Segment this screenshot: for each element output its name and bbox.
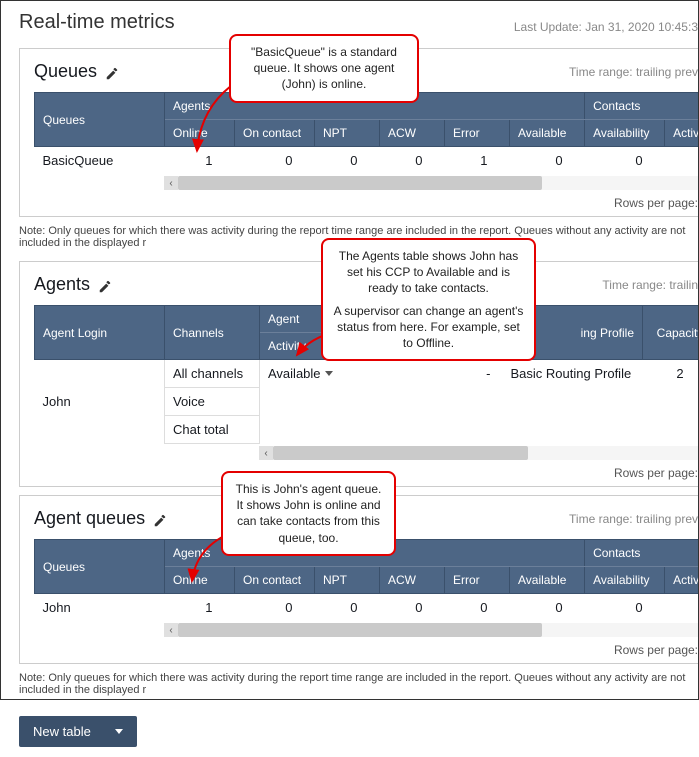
scroll-left-icon[interactable]: ‹ xyxy=(259,446,273,460)
edit-icon[interactable] xyxy=(105,65,119,79)
col-on-contact[interactable]: On contact xyxy=(235,120,315,147)
scroll-left-icon[interactable]: ‹ xyxy=(164,623,178,637)
channel-chat[interactable]: Chat total xyxy=(165,416,260,444)
col-group-contacts: Contacts xyxy=(585,93,698,120)
last-update: Last Update: Jan 31, 2020 10:45:3 xyxy=(514,20,698,34)
agents-panel-title: Agents xyxy=(34,274,90,295)
cell-on-contact: 0 xyxy=(235,147,315,175)
new-table-label: New table xyxy=(33,724,91,739)
channel-all[interactable]: All channels xyxy=(165,360,260,388)
col-active[interactable]: Active xyxy=(665,567,698,594)
col-agent-login[interactable]: Agent Login xyxy=(35,306,165,360)
col-channels[interactable]: Channels xyxy=(165,306,260,360)
agent-queues-note: Note: Only queues for which there was ac… xyxy=(19,672,698,696)
callout-agents: The Agents table shows John has set his … xyxy=(321,238,536,361)
agent-login: John xyxy=(35,360,165,444)
agent-queues-panel-title: Agent queues xyxy=(34,508,145,529)
horizontal-scrollbar[interactable]: ‹ xyxy=(164,623,698,637)
col-availability[interactable]: Availability xyxy=(585,120,665,147)
edit-icon[interactable] xyxy=(153,512,167,526)
col-error[interactable]: Error xyxy=(445,120,510,147)
callout-agent-queue: This is John's agent queue. It shows Joh… xyxy=(221,471,396,556)
col-error[interactable]: Error xyxy=(445,567,510,594)
new-table-button[interactable]: New table xyxy=(19,716,137,747)
col-group-contacts: Contacts xyxy=(585,540,698,567)
cell-dash: - xyxy=(355,360,503,388)
horizontal-scrollbar[interactable]: ‹ xyxy=(164,176,698,190)
table-row[interactable]: John 1 0 0 0 0 0 0 xyxy=(35,594,699,622)
col-queues[interactable]: Queues xyxy=(35,540,165,594)
edit-icon[interactable] xyxy=(98,278,112,292)
col-capacity[interactable]: Capacity xyxy=(643,306,698,360)
col-available[interactable]: Available xyxy=(510,567,585,594)
cell-routing: Basic Routing Profile xyxy=(503,360,643,388)
col-available[interactable]: Available xyxy=(510,120,585,147)
cell-online: 1 xyxy=(165,594,235,622)
cell-available: 0 xyxy=(510,594,585,622)
table-row[interactable]: BasicQueue 1 0 0 0 1 0 0 xyxy=(35,147,699,175)
agent-queue-name: John xyxy=(35,594,165,622)
queues-table: Queues Agents Contacts Online On contact… xyxy=(34,92,698,174)
table-row[interactable]: John All channels Available - Basic Rout… xyxy=(35,360,699,388)
col-acw[interactable]: ACW xyxy=(380,567,445,594)
col-online[interactable]: Online xyxy=(165,120,235,147)
agent-queues-time-range: Time range: trailing prev xyxy=(569,512,698,526)
chevron-down-icon xyxy=(115,729,123,734)
cell-acw: 0 xyxy=(380,147,445,175)
cell-online: 1 xyxy=(165,147,235,175)
cell-error: 0 xyxy=(445,594,510,622)
cell-on-contact: 0 xyxy=(235,594,315,622)
col-active[interactable]: Active xyxy=(665,120,698,147)
scroll-left-icon[interactable]: ‹ xyxy=(164,176,178,190)
col-availability[interactable]: Availability xyxy=(585,567,665,594)
channel-voice[interactable]: Voice xyxy=(165,388,260,416)
col-npt[interactable]: NPT xyxy=(315,567,380,594)
activity-value: Available xyxy=(268,366,321,381)
queues-panel-title: Queues xyxy=(34,61,97,82)
col-on-contact[interactable]: On contact xyxy=(235,567,315,594)
col-acw[interactable]: ACW xyxy=(380,120,445,147)
cell-available: 0 xyxy=(510,147,585,175)
cell-npt: 0 xyxy=(315,147,380,175)
cell-acw: 0 xyxy=(380,594,445,622)
queue-name: BasicQueue xyxy=(35,147,165,175)
col-npt[interactable]: NPT xyxy=(315,120,380,147)
rows-per-page[interactable]: Rows per page: xyxy=(34,643,698,657)
callout-agents-text1: The Agents table shows John has set his … xyxy=(333,248,524,297)
cell-error: 1 xyxy=(445,147,510,175)
agents-time-range: Time range: trailin xyxy=(602,278,698,292)
cell-npt: 0 xyxy=(315,594,380,622)
queues-time-range: Time range: trailing prev xyxy=(569,65,698,79)
cell-availability: 0 xyxy=(585,147,665,175)
col-online[interactable]: Online xyxy=(165,567,235,594)
callout-basicqueue: "BasicQueue" is a standard queue. It sho… xyxy=(229,34,419,103)
cell-activity[interactable]: Available xyxy=(260,360,355,388)
cell-availability: 0 xyxy=(585,594,665,622)
cell-capacity: 2 xyxy=(643,360,698,388)
horizontal-scrollbar[interactable]: ‹ xyxy=(259,446,698,460)
page-title: Real-time metrics xyxy=(19,11,175,34)
callout-agents-text2: A supervisor can change an agent's statu… xyxy=(333,303,524,352)
chevron-down-icon[interactable] xyxy=(325,371,333,376)
rows-per-page[interactable]: Rows per page: xyxy=(34,196,698,210)
col-queues[interactable]: Queues xyxy=(35,93,165,147)
